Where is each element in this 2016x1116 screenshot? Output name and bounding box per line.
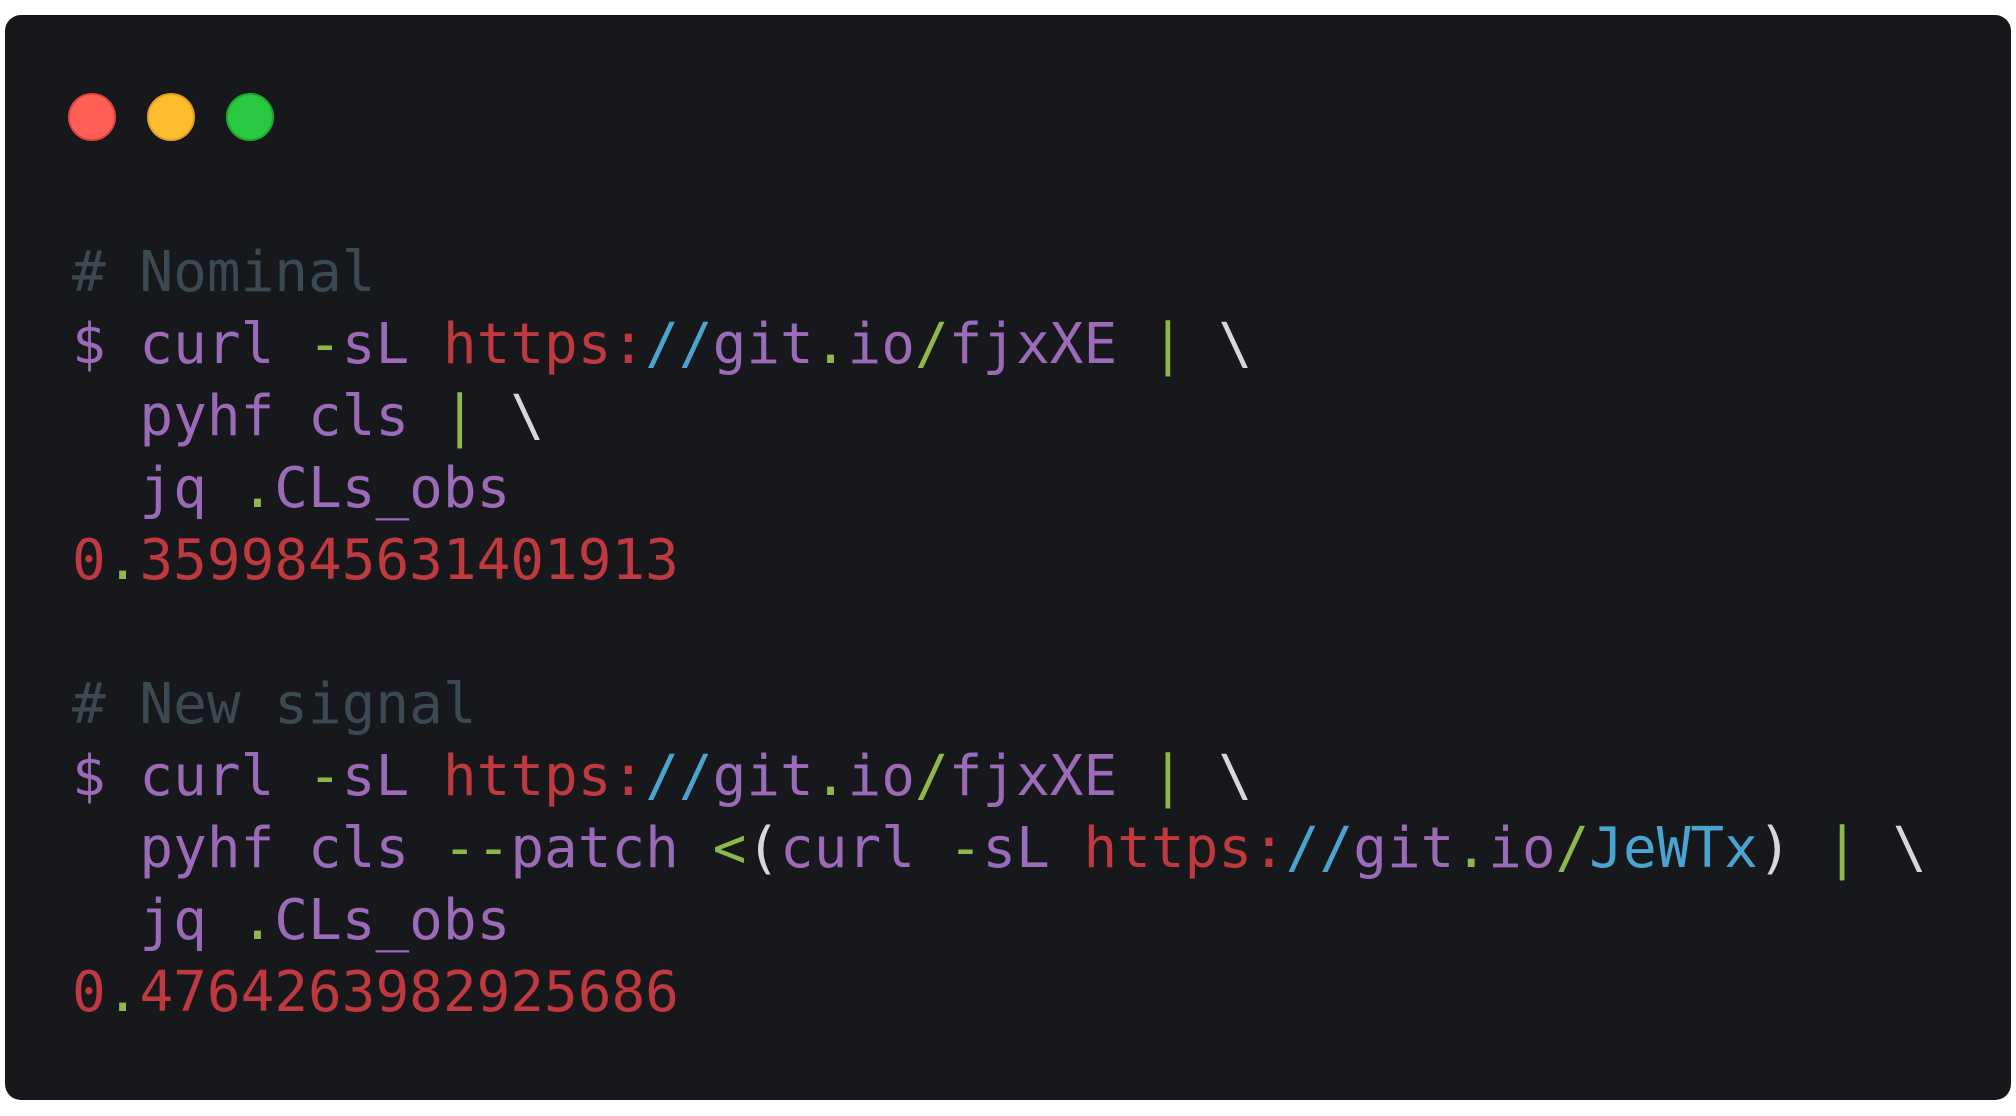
token: CLs_obs xyxy=(274,456,511,521)
token: . xyxy=(240,888,275,953)
token: $ curl xyxy=(72,744,309,809)
close-icon[interactable] xyxy=(68,93,116,141)
token: . xyxy=(1454,816,1489,881)
token: // xyxy=(1285,816,1354,881)
comment-new-signal: # New signal xyxy=(72,669,1926,741)
token: | xyxy=(442,384,511,449)
token: - xyxy=(308,312,342,377)
command-line-6: jq .CLs_obs xyxy=(72,885,1926,957)
token: \ xyxy=(1218,312,1253,377)
token: sL xyxy=(341,744,443,809)
terminal-code[interactable]: # Nominal $ curl -sL https://git.io/fjxXE… xyxy=(72,237,1926,1029)
command-line-5: pyhf cls --patch <(curl -sL https://git.… xyxy=(72,813,1926,885)
token: | xyxy=(1825,816,1893,881)
command-line-3: jq .CLs_obs xyxy=(72,453,1926,525)
token: < xyxy=(712,816,747,881)
token: 0 xyxy=(72,528,106,593)
token: fjxXE xyxy=(948,312,1151,377)
token: / xyxy=(914,744,949,809)
command-line-4: $ curl -sL https://git.io/fjxXE | \ xyxy=(72,741,1926,813)
zoom-icon[interactable] xyxy=(226,93,274,141)
token: sL xyxy=(341,312,443,377)
token: io xyxy=(847,312,915,377)
token: . xyxy=(105,528,140,593)
token: . xyxy=(240,456,275,521)
token: 3599845631401913 xyxy=(139,528,679,593)
token: \ xyxy=(1218,744,1253,809)
token: fjxXE xyxy=(948,744,1151,809)
token: patch xyxy=(510,816,713,881)
token: -- xyxy=(442,816,511,881)
token: git xyxy=(712,312,814,377)
token: . xyxy=(813,744,848,809)
token: / xyxy=(1555,816,1590,881)
token: jq xyxy=(72,456,241,521)
token: pyhf cls xyxy=(72,384,443,449)
token: io xyxy=(1488,816,1556,881)
window-controls xyxy=(68,93,274,141)
token: \ xyxy=(1892,816,1927,881)
token: io xyxy=(847,744,915,809)
token: / xyxy=(914,312,949,377)
token: // xyxy=(645,312,713,377)
token: $ curl xyxy=(72,312,309,377)
token: curl xyxy=(780,816,949,881)
token: | xyxy=(1150,312,1219,377)
token: ) xyxy=(1757,816,1826,881)
token: - xyxy=(948,816,983,881)
token: https: xyxy=(442,312,646,377)
token: JeWTx xyxy=(1589,816,1758,881)
token: 4764263982925686 xyxy=(139,960,679,1025)
token: jq xyxy=(72,888,241,953)
command-line-2: pyhf cls | \ xyxy=(72,381,1926,453)
token: . xyxy=(105,960,140,1025)
minimize-icon[interactable] xyxy=(147,93,195,141)
token: | xyxy=(1150,744,1219,809)
token: . xyxy=(813,312,848,377)
command-line-1: $ curl -sL https://git.io/fjxXE | \ xyxy=(72,309,1926,381)
token: ( xyxy=(746,816,781,881)
token: - xyxy=(308,744,342,809)
token: // xyxy=(645,744,713,809)
token: pyhf cls xyxy=(72,816,443,881)
token: sL xyxy=(982,816,1084,881)
output-new-signal: 0.4764263982925686 xyxy=(72,957,1926,1029)
token: git xyxy=(712,744,814,809)
comment-nominal: # Nominal xyxy=(72,237,1926,309)
token: \ xyxy=(510,384,545,449)
token: # Nominal xyxy=(72,240,376,305)
output-nominal: 0.3599845631401913 xyxy=(72,525,1926,597)
terminal-window: # Nominal $ curl -sL https://git.io/fjxXE… xyxy=(5,15,2011,1100)
token: 0 xyxy=(72,960,106,1025)
token: git xyxy=(1353,816,1455,881)
token: https: xyxy=(442,744,646,809)
token: # New signal xyxy=(72,672,477,737)
token: CLs_obs xyxy=(274,888,511,953)
token: https: xyxy=(1083,816,1286,881)
